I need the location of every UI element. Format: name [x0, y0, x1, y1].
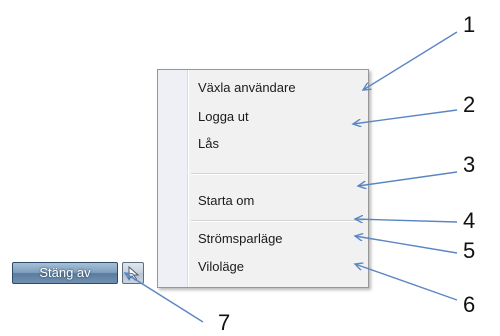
callout-number-1: 1 — [463, 12, 476, 37]
callout-arrow-6 — [355, 264, 458, 301]
callout-number-6: 6 — [463, 292, 476, 317]
callout-arrow-1 — [363, 31, 458, 90]
callout-number-7: 7 — [218, 310, 231, 335]
callout-arrow-2 — [353, 109, 458, 124]
callout-arrow-7 — [125, 273, 204, 323]
callout-arrows — [0, 31, 458, 323]
callout-arrow-5 — [355, 236, 458, 254]
callout-number-5: 5 — [463, 238, 476, 263]
callout-number-3: 3 — [463, 152, 476, 177]
callout-number-2: 2 — [463, 92, 476, 117]
callout-arrow-4 — [355, 219, 458, 222]
callout-number-4: 4 — [463, 208, 476, 233]
callout-arrow-3 — [358, 171, 458, 186]
